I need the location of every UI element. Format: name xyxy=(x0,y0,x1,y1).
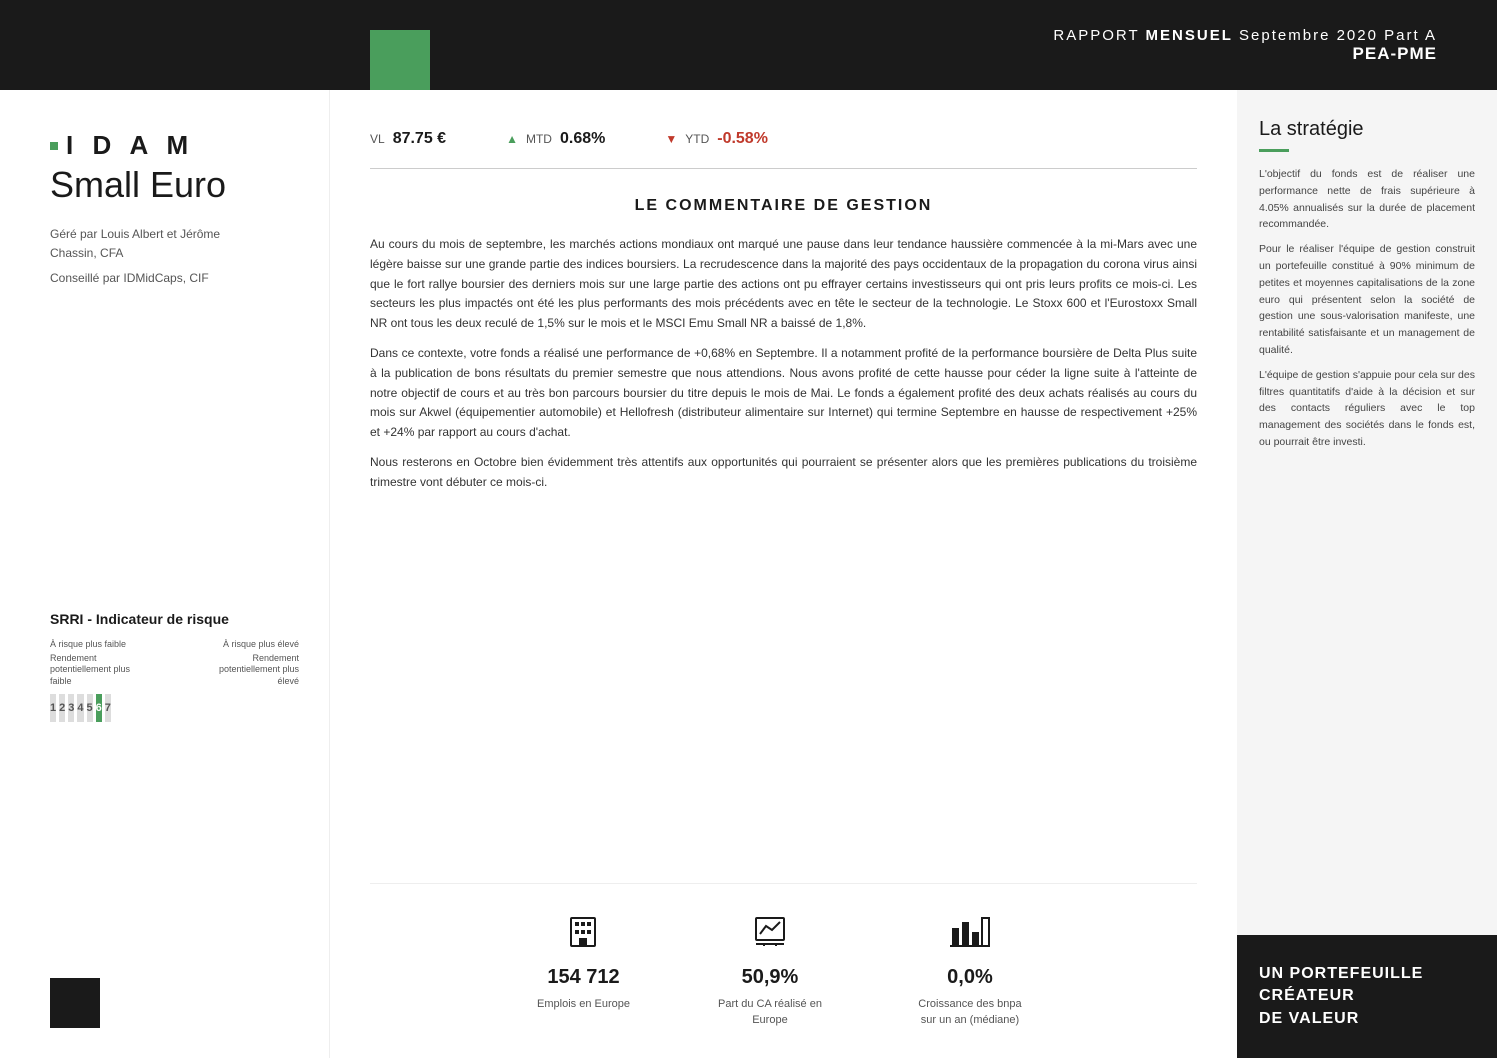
bstat-bnpa: 0,0% Croissance des bnpa sur un an (médi… xyxy=(910,914,1030,1028)
idam-dot xyxy=(50,142,58,150)
idam-label: I D A M xyxy=(50,130,299,161)
rapport-prefix: RAPPORT xyxy=(1053,27,1139,44)
srri-box-1: 1 xyxy=(50,694,56,722)
header-right-text: RAPPORT MENSUEL Septembre 2020 Part A PE… xyxy=(1053,27,1437,64)
srri-box-2: 2 xyxy=(59,694,65,722)
middle-column: VL 87.75 € ▲ MTD 0.68% ▼ YTD -0.58% LE C… xyxy=(330,90,1237,1058)
header-bar: RAPPORT MENSUEL Septembre 2020 Part A PE… xyxy=(0,0,1497,90)
portefeuille-text: UN PORTEFEUILLE CRÉATEUR DE VALEUR xyxy=(1259,963,1475,1030)
portefeuille-line1: UN PORTEFEUILLE xyxy=(1259,963,1475,985)
main-content: I D A M Small Euro Géré par Louis Albert… xyxy=(0,90,1497,1058)
building-icon xyxy=(565,914,601,958)
srri-section: SRRI - Indicateur de risque À risque plu… xyxy=(50,571,299,722)
portefeuille-section: UN PORTEFEUILLE CRÉATEUR DE VALEUR xyxy=(1237,935,1497,1058)
srri-box-4: 4 xyxy=(77,694,83,722)
srri-title: SRRI - Indicateur de risque xyxy=(50,611,299,627)
mtd-value: 0.68% xyxy=(560,130,605,148)
bstat-emplois-label: Emplois en Europe xyxy=(537,997,630,1012)
commentary-title: LE COMMENTAIRE DE GESTION xyxy=(370,197,1197,215)
portefeuille-line2: CRÉATEUR xyxy=(1259,985,1475,1007)
strategy-p1: L'objectif du fonds est de réaliser une … xyxy=(1259,166,1475,233)
bstat-ca-label: Part du CA réalisé en Europe xyxy=(710,997,830,1028)
commentary-p2: Dans ce contexte, votre fonds a réalisé … xyxy=(370,344,1197,443)
mtd-stat: ▲ MTD 0.68% xyxy=(506,130,605,148)
srri-box-7: 7 xyxy=(105,694,111,722)
vl-label: VL xyxy=(370,132,385,146)
bottom-stats: 154 712 Emplois en Europe 50,9% Part du … xyxy=(370,883,1197,1028)
strategy-p3: L'équipe de gestion s'appuie pour cela s… xyxy=(1259,367,1475,451)
ytd-stat: ▼ YTD -0.58% xyxy=(665,130,768,148)
fund-logo-area: I D A M Small Euro Géré par Louis Albert… xyxy=(50,130,299,294)
left-column: I D A M Small Euro Géré par Louis Albert… xyxy=(0,90,330,1058)
strategy-underline xyxy=(1259,149,1289,152)
ytd-label: YTD xyxy=(685,132,709,146)
stats-row: VL 87.75 € ▲ MTD 0.68% ▼ YTD -0.58% xyxy=(370,120,1197,169)
rapport-date: Septembre 2020 xyxy=(1239,27,1378,44)
srri-labels: À risque plus faible À risque plus élevé xyxy=(50,639,299,649)
srri-sub-low: Rendement potentiellement plus faible xyxy=(50,653,150,688)
srri-sub-high: Rendement potentiellement plus élevé xyxy=(199,653,299,688)
vl-value: 87.75 € xyxy=(393,130,446,148)
vl-stat: VL 87.75 € xyxy=(370,130,446,148)
mtd-arrow-icon: ▲ xyxy=(506,132,518,146)
chart-icon xyxy=(752,914,788,958)
rapport-part: Part A xyxy=(1384,27,1437,44)
ytd-arrow-icon: ▼ xyxy=(665,132,677,146)
commentary-p1: Au cours du mois de septembre, les march… xyxy=(370,235,1197,334)
rapport-title-line: RAPPORT MENSUEL Septembre 2020 Part A xyxy=(1053,27,1437,44)
srri-boxes-row: 1234567 xyxy=(50,694,299,722)
portefeuille-line3: DE VALEUR xyxy=(1259,1008,1475,1030)
rapport-bold: MENSUEL xyxy=(1146,27,1233,44)
srri-sub-labels: Rendement potentiellement plus faible Re… xyxy=(50,653,299,688)
strategy-p2: Pour le réaliser l'équipe de gestion con… xyxy=(1259,241,1475,359)
strategy-section: La stratégie L'objectif du fonds est de … xyxy=(1237,90,1497,935)
srri-box-5: 5 xyxy=(87,694,93,722)
bstat-ca-value: 50,9% xyxy=(742,966,799,989)
srri-box-6: 6 xyxy=(96,694,102,722)
srri-label-low: À risque plus faible xyxy=(50,639,126,649)
srri-label-high: À risque plus élevé xyxy=(223,639,299,649)
ytd-value: -0.58% xyxy=(717,130,768,148)
bstat-ca: 50,9% Part du CA réalisé en Europe xyxy=(710,914,830,1028)
right-column: La stratégie L'objectif du fonds est de … xyxy=(1237,90,1497,1058)
fund-advisor: Conseillé par IDMidCaps, CIF xyxy=(50,269,299,288)
rapport-sub: PEA-PME xyxy=(1053,44,1437,64)
commentary-p3: Nous resterons en Octobre bien évidemmen… xyxy=(370,453,1197,493)
srri-box-3: 3 xyxy=(68,694,74,722)
bar-chart-icon xyxy=(950,914,990,958)
strategy-text: L'objectif du fonds est de réaliser une … xyxy=(1259,166,1475,451)
bstat-bnpa-value: 0,0% xyxy=(947,966,993,989)
fund-manager-line1: Géré par Louis Albert et Jérôme Chassin,… xyxy=(50,225,299,263)
green-square-decoration xyxy=(370,30,430,90)
commentary-text: Au cours du mois de septembre, les march… xyxy=(370,235,1197,503)
srri-boxes: 1234567 xyxy=(50,694,111,722)
bstat-emplois-value: 154 712 xyxy=(547,966,619,989)
bstat-emplois: 154 712 Emplois en Europe xyxy=(537,914,630,1012)
fund-name: Small Euro xyxy=(50,165,299,205)
left-bottom-square xyxy=(50,978,100,1028)
fund-acronym: I D A M xyxy=(66,130,194,161)
bstat-bnpa-label: Croissance des bnpa sur un an (médiane) xyxy=(910,997,1030,1028)
mtd-label: MTD xyxy=(526,132,552,146)
strategy-title: La stratégie xyxy=(1259,118,1475,141)
